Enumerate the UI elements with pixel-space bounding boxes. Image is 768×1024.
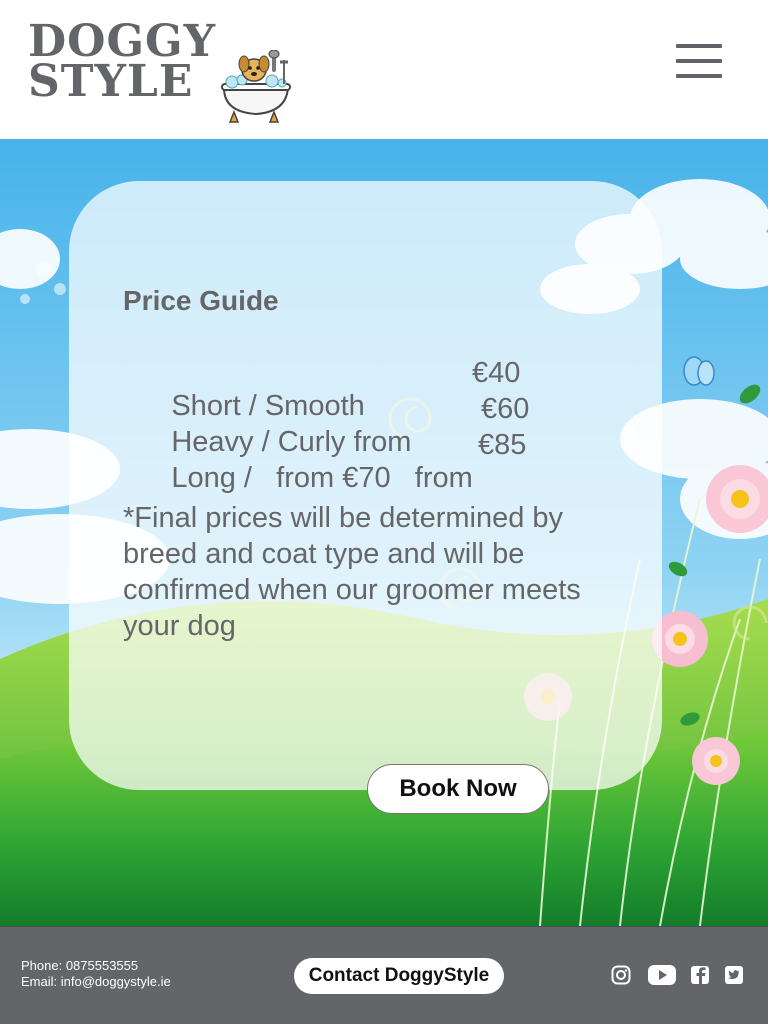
- logo[interactable]: DOGGY STYLE: [28, 20, 291, 123]
- logo-line-2: STYLE: [28, 56, 194, 107]
- price-guide-card: Price Guide Short / Smooth €40 Heavy / C…: [69, 181, 662, 790]
- pricing-note: *Final prices will be determined by bree…: [123, 502, 581, 642]
- price-label: Long / from €70 from: [171, 462, 473, 494]
- dog-in-bathtub-icon: [221, 50, 291, 123]
- youtube-icon[interactable]: [648, 964, 676, 986]
- instagram-icon[interactable]: [611, 964, 631, 986]
- site-header: DOGGY STYLE: [0, 0, 768, 139]
- book-now-button[interactable]: Book Now: [367, 764, 549, 814]
- price-amount: €40: [472, 357, 521, 389]
- hamburger-menu-icon[interactable]: [676, 44, 722, 78]
- price-amount: €85: [478, 429, 527, 461]
- site-footer: Phone: 0875553555 Email: info@doggystyle…: [0, 926, 768, 1024]
- price-guide-title: Price Guide: [123, 285, 279, 316]
- facebook-icon[interactable]: [690, 964, 710, 986]
- phone-text: Phone: 0875553555: [21, 958, 139, 973]
- contact-info: Phone: 0875553555 Email: info@doggystyle…: [21, 958, 171, 990]
- logo-wordmark: DOGGY STYLE: [28, 20, 216, 107]
- contact-button[interactable]: Contact DoggyStyle: [294, 958, 504, 994]
- twitter-icon[interactable]: [724, 964, 744, 986]
- price-amount: €60: [481, 393, 530, 425]
- email-text[interactable]: Email: info@doggystyle.ie: [21, 974, 171, 990]
- hero-section: Price Guide Short / Smooth €40 Heavy / C…: [0, 139, 768, 926]
